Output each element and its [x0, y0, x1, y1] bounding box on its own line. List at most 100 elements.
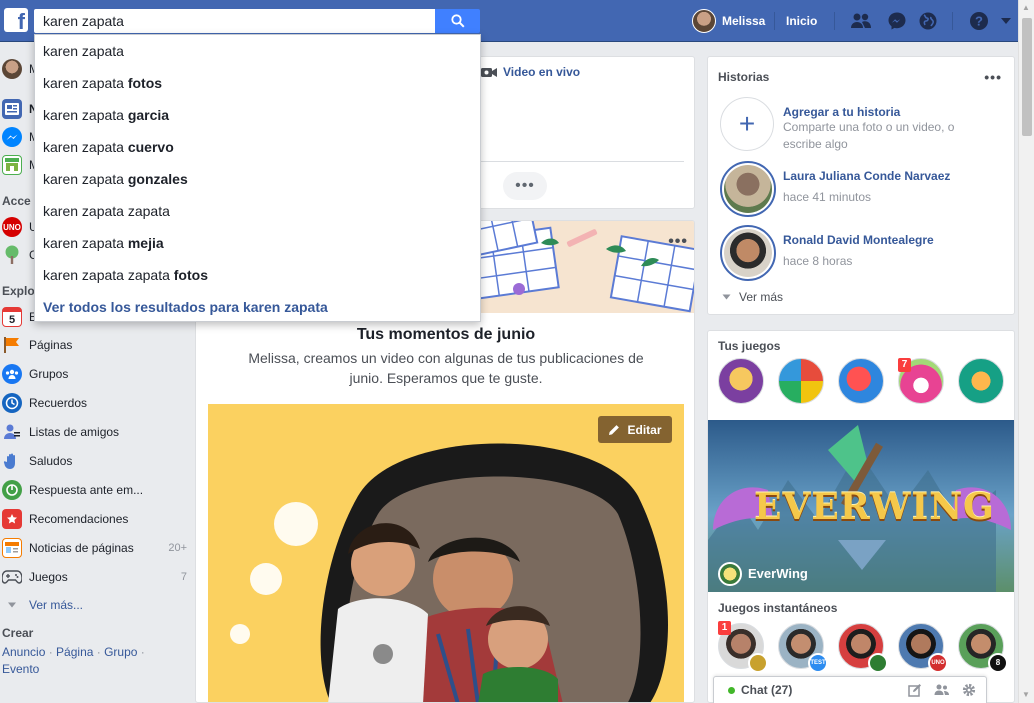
account-menu-icon[interactable] [998, 11, 1014, 31]
uno-game-icon: UNO [2, 217, 22, 237]
story-ring [720, 161, 776, 217]
everwing-game-icon [718, 562, 742, 586]
game-candy-crush-icon[interactable] [838, 358, 884, 404]
sidebar-item-label: Respuesta ante em... [29, 483, 144, 497]
search-suggestion[interactable]: karen zapata garcia [35, 99, 480, 131]
everwing-featured-game[interactable]: EVERWING EverWing [708, 420, 1014, 592]
suggestion-highlight: fotos [127, 75, 163, 91]
suggestion-text: karen zapata [43, 43, 124, 59]
game-mini-icon: TEST [808, 653, 828, 673]
story-item[interactable]: Ronald David Montealegre hace 8 horas [720, 225, 1010, 281]
create-links: Anuncio · Página · Grupo · Evento [2, 644, 187, 678]
notification-badge: 7 [898, 358, 911, 372]
memories-description: Melissa, creamos un video con algunas de… [248, 350, 644, 386]
create-heading: Crear [2, 626, 34, 640]
separator: · [93, 645, 105, 659]
friend-lists-icon [2, 422, 22, 442]
create-group-icon[interactable] [934, 683, 950, 697]
games-panel: Tus juegos 7 EVERWING EverWing Juegos in… [707, 330, 1015, 703]
sidebar-item-label: Recomendaciones [29, 512, 129, 526]
add-to-story[interactable]: + Agregar a tu historia Comparte una fot… [720, 97, 1010, 153]
help-icon[interactable]: ? [968, 11, 990, 31]
sidebar-item-label: Grupos [29, 367, 69, 381]
create-page-link[interactable]: Página [56, 645, 93, 659]
search-input[interactable] [35, 10, 435, 32]
search-suggestion[interactable]: karen zapata mejia [35, 227, 480, 259]
sidebar-item-pages-feed[interactable]: Noticias de páginas 20+ [2, 537, 187, 559]
plus-icon: + [720, 97, 774, 151]
live-video-button[interactable]: Video en vivo [481, 65, 580, 79]
search-suggestion[interactable]: karen zapata gonzales [35, 163, 480, 195]
search-suggestion[interactable]: karen zapata [35, 35, 480, 67]
composer-more-button[interactable]: ••• [503, 172, 547, 200]
sidebar-item-label: Noticias de páginas [29, 541, 134, 555]
memories-more-button[interactable]: ••• [668, 233, 688, 251]
online-status-dot [728, 686, 735, 694]
create-group-link[interactable]: Grupo [104, 645, 137, 659]
sidebar-item-crisis-response[interactable]: Respuesta ante em... [2, 479, 187, 501]
scroll-up-arrow[interactable]: ▲ [1022, 3, 1030, 12]
scroll-down-arrow[interactable]: ▼ [1022, 690, 1030, 699]
stories-see-more[interactable]: Ver más [722, 290, 783, 304]
add-story-description: Comparte una foto o un video, o escribe … [783, 120, 955, 151]
chat-tools [908, 683, 976, 697]
suggestion-highlight: garcia [127, 107, 170, 123]
marketplace-icon [2, 155, 22, 175]
chat-bar[interactable]: Chat (27) [713, 676, 987, 703]
see-all-results-link[interactable]: Ver todos los resultados para karen zapa… [35, 291, 480, 323]
edit-memories-button[interactable]: Editar [598, 416, 672, 443]
search-button[interactable] [435, 9, 480, 33]
search-suggestion[interactable]: karen zapata fotos [35, 67, 480, 99]
stories-see-more-label: Ver más [739, 290, 784, 304]
story-author: Laura Juliana Conde Narvaez [783, 169, 951, 183]
facebook-logo[interactable]: f [4, 8, 28, 32]
friend-requests-icon[interactable] [850, 11, 872, 31]
search-suggestion[interactable]: karen zapata zapata [35, 195, 480, 227]
separator: · [45, 645, 57, 659]
suggestion-text: karen zapata zapata [43, 267, 174, 283]
sidebar-item-games[interactable]: Juegos 7 [2, 566, 187, 588]
chevron-down-icon [2, 595, 22, 615]
search-suggestion[interactable]: karen zapata cuervo [35, 131, 480, 163]
game-mini-icon [748, 653, 768, 673]
create-event-link[interactable]: Evento [2, 662, 39, 676]
sidebar-item-friend-lists[interactable]: Listas de amigos [2, 421, 187, 443]
pencil-icon [609, 424, 620, 435]
memories-video-preview[interactable]: Editar [208, 404, 684, 702]
crisis-response-icon [2, 480, 22, 500]
notifications-globe-icon[interactable] [917, 11, 939, 31]
sidebar-see-more[interactable]: Ver más... [2, 594, 187, 616]
game-hero-icon[interactable] [718, 358, 764, 404]
search-suggestion[interactable]: karen zapata zapata fotos [35, 259, 480, 291]
pages-feed-icon [2, 538, 22, 558]
new-message-icon[interactable] [908, 683, 922, 697]
sidebar-item-pages[interactable]: Páginas [2, 334, 187, 356]
gear-icon[interactable] [962, 683, 976, 697]
live-video-label: Video en vivo [503, 65, 581, 79]
create-ad-link[interactable]: Anuncio [2, 645, 45, 659]
story-item[interactable]: Laura Juliana Conde Narvaez hace 41 minu… [720, 161, 1010, 217]
pages-flag-icon [2, 335, 22, 355]
sidebar-item-recommendations[interactable]: Recomendaciones [2, 508, 187, 530]
messenger-icon[interactable] [886, 11, 908, 31]
game-mini-icon: 8 [988, 653, 1008, 673]
sidebar-item-pokes[interactable]: Saludos [2, 450, 187, 472]
suggestion-text: karen zapata [43, 235, 128, 251]
scrollbar-thumb[interactable] [1022, 18, 1032, 136]
page-scrollbar[interactable]: ▲ ▼ [1018, 0, 1034, 703]
game-trivia-wheel-icon[interactable] [778, 358, 824, 404]
sidebar-item-groups[interactable]: Grupos [2, 363, 187, 385]
sidebar-item-memories[interactable]: Recuerdos [2, 392, 187, 414]
stories-more-button[interactable]: ••• [984, 69, 1002, 85]
pokes-hand-icon [2, 451, 22, 471]
sidebar-item-label: Páginas [29, 338, 73, 352]
video-camera-icon [481, 67, 497, 77]
stories-panel: Historias ••• + Agregar a tu historia Co… [707, 56, 1015, 315]
profile-link[interactable]: Melissa [692, 9, 765, 33]
game-farm-heroes-icon[interactable] [958, 358, 1004, 404]
divider [834, 12, 835, 30]
suggestion-text: karen zapata [43, 139, 128, 155]
home-link[interactable]: Inicio [786, 14, 817, 28]
suggestion-highlight: mejia [127, 235, 164, 251]
game-mini-icon [868, 653, 888, 673]
